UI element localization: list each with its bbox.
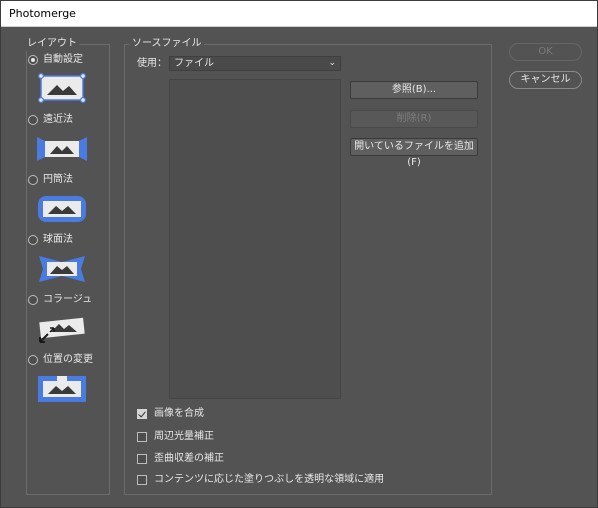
radio-spherical-indicator[interactable] xyxy=(28,235,38,245)
radio-collage-label: コラージュ xyxy=(43,294,93,305)
radio-auto-indicator[interactable] xyxy=(28,55,38,65)
layout-group-title: レイアウト xyxy=(25,37,79,51)
browse-button[interactable]: 参照(B)... xyxy=(350,81,478,99)
remove-button[interactable]: 削除(R) xyxy=(350,110,478,128)
blend-images-checkbox[interactable] xyxy=(137,409,147,419)
chevron-down-icon: ⌄ xyxy=(328,58,336,68)
source-files-group-title: ソースファイル xyxy=(130,37,204,51)
radio-spherical-label: 球面法 xyxy=(43,234,73,245)
radio-auto[interactable]: 自動設定 xyxy=(28,53,83,67)
collage-layout-icon xyxy=(39,317,85,343)
distortion-correction-label: 歪曲収差の補正 xyxy=(154,453,224,464)
vignette-removal-label: 周辺光量補正 xyxy=(154,431,214,442)
radio-spherical[interactable]: 球面法 xyxy=(28,233,73,247)
spherical-layout-icon xyxy=(39,256,85,282)
radio-perspective[interactable]: 遠近法 xyxy=(28,113,73,127)
blend-images-option[interactable]: 画像を合成 xyxy=(137,407,204,421)
vignette-removal-checkbox[interactable] xyxy=(137,432,147,442)
distortion-correction-checkbox[interactable] xyxy=(137,454,147,464)
content-aware-fill-option[interactable]: コンテンツに応じた塗りつぶしを透明な領域に適用 xyxy=(137,473,384,487)
content-aware-fill-label: コンテンツに応じた塗りつぶしを透明な領域に適用 xyxy=(154,474,385,485)
radio-reposition[interactable]: 位置の変更 xyxy=(28,353,93,367)
blend-images-label: 画像を合成 xyxy=(154,408,204,419)
radio-cylindrical[interactable]: 円筒法 xyxy=(28,173,73,187)
radio-perspective-indicator[interactable] xyxy=(28,115,38,125)
vignette-removal-option[interactable]: 周辺光量補正 xyxy=(137,430,214,444)
radio-collage[interactable]: コラージュ xyxy=(28,293,92,307)
radio-auto-label: 自動設定 xyxy=(43,54,83,65)
use-label: 使用： xyxy=(137,58,167,69)
add-open-files-button[interactable]: 開いているファイルを追加(F) xyxy=(350,138,478,168)
cancel-button[interactable]: キャンセル xyxy=(509,71,582,89)
radio-reposition-indicator[interactable] xyxy=(28,355,38,365)
source-file-list[interactable] xyxy=(169,79,341,399)
radio-cylindrical-indicator[interactable] xyxy=(28,175,38,185)
reposition-layout-icon xyxy=(38,376,86,402)
radio-reposition-label: 位置の変更 xyxy=(43,354,93,365)
use-select[interactable]: ファイル ⌄ xyxy=(169,56,341,71)
cylindrical-layout-icon xyxy=(38,196,86,222)
radio-perspective-label: 遠近法 xyxy=(43,114,73,125)
use-select-value: ファイル xyxy=(174,58,214,69)
radio-cylindrical-label: 円筒法 xyxy=(43,174,73,185)
photomerge-dialog: Photomerge レイアウト 自動設定 遠近法 円筒法 球面法 コラージュ … xyxy=(0,0,598,508)
ok-button[interactable]: OK xyxy=(509,43,582,61)
content-aware-fill-checkbox[interactable] xyxy=(137,475,147,485)
distortion-correction-option[interactable]: 歪曲収差の補正 xyxy=(137,452,224,466)
perspective-layout-icon xyxy=(37,137,87,161)
radio-collage-indicator[interactable] xyxy=(28,295,38,305)
auto-layout-icon xyxy=(37,73,87,103)
window-title: Photomerge xyxy=(1,1,597,27)
